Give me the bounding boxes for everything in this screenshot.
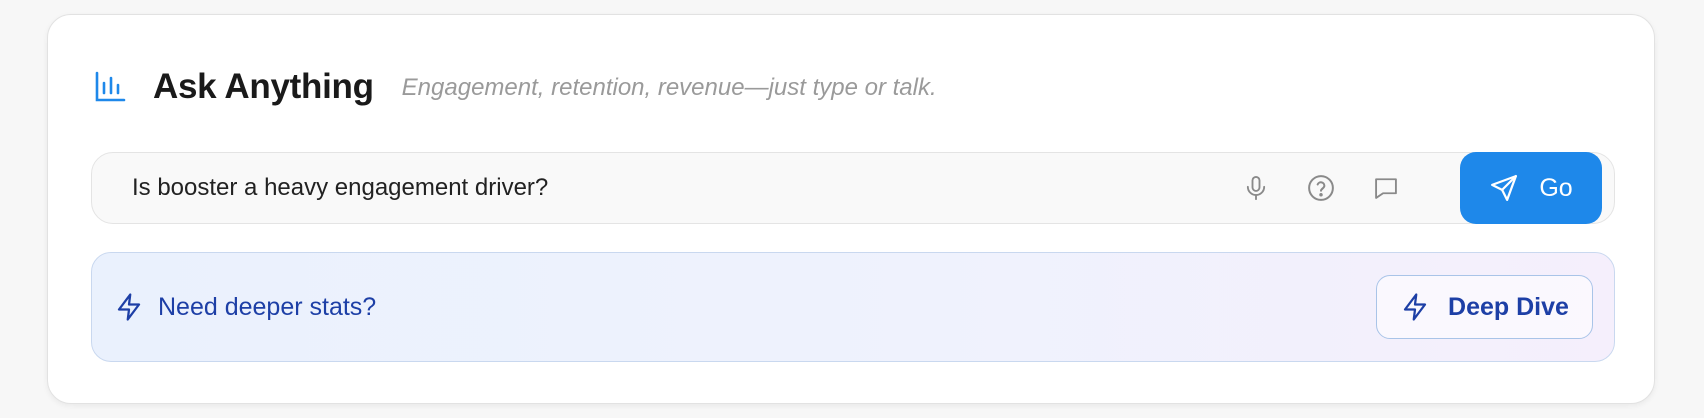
deep-dive-button-label: Deep Dive <box>1448 292 1569 321</box>
banner-message: Need deeper stats? <box>114 253 376 361</box>
go-button[interactable]: Go <box>1460 152 1602 224</box>
bar-chart-icon <box>91 68 129 106</box>
message-icon[interactable] <box>1366 168 1406 208</box>
banner-text: Need deeper stats? <box>158 292 377 321</box>
lightning-icon <box>114 292 144 322</box>
search-input[interactable] <box>132 153 1132 223</box>
card-header: Ask Anything Engagement, retention, reve… <box>91 61 937 113</box>
deep-dive-button[interactable]: Deep Dive <box>1376 275 1593 339</box>
help-circle-icon[interactable] <box>1301 168 1341 208</box>
deeper-stats-banner: Need deeper stats? Deep Dive <box>91 252 1615 362</box>
lightning-icon <box>1400 292 1430 322</box>
page-subtitle: Engagement, retention, revenue—just type… <box>401 74 937 101</box>
mic-icon[interactable] <box>1236 168 1276 208</box>
search-bar: Go <box>91 152 1615 224</box>
go-button-label: Go <box>1539 173 1573 202</box>
send-icon <box>1489 173 1519 203</box>
ask-anything-card: Ask Anything Engagement, retention, reve… <box>47 14 1655 404</box>
page-title: Ask Anything <box>153 67 374 106</box>
